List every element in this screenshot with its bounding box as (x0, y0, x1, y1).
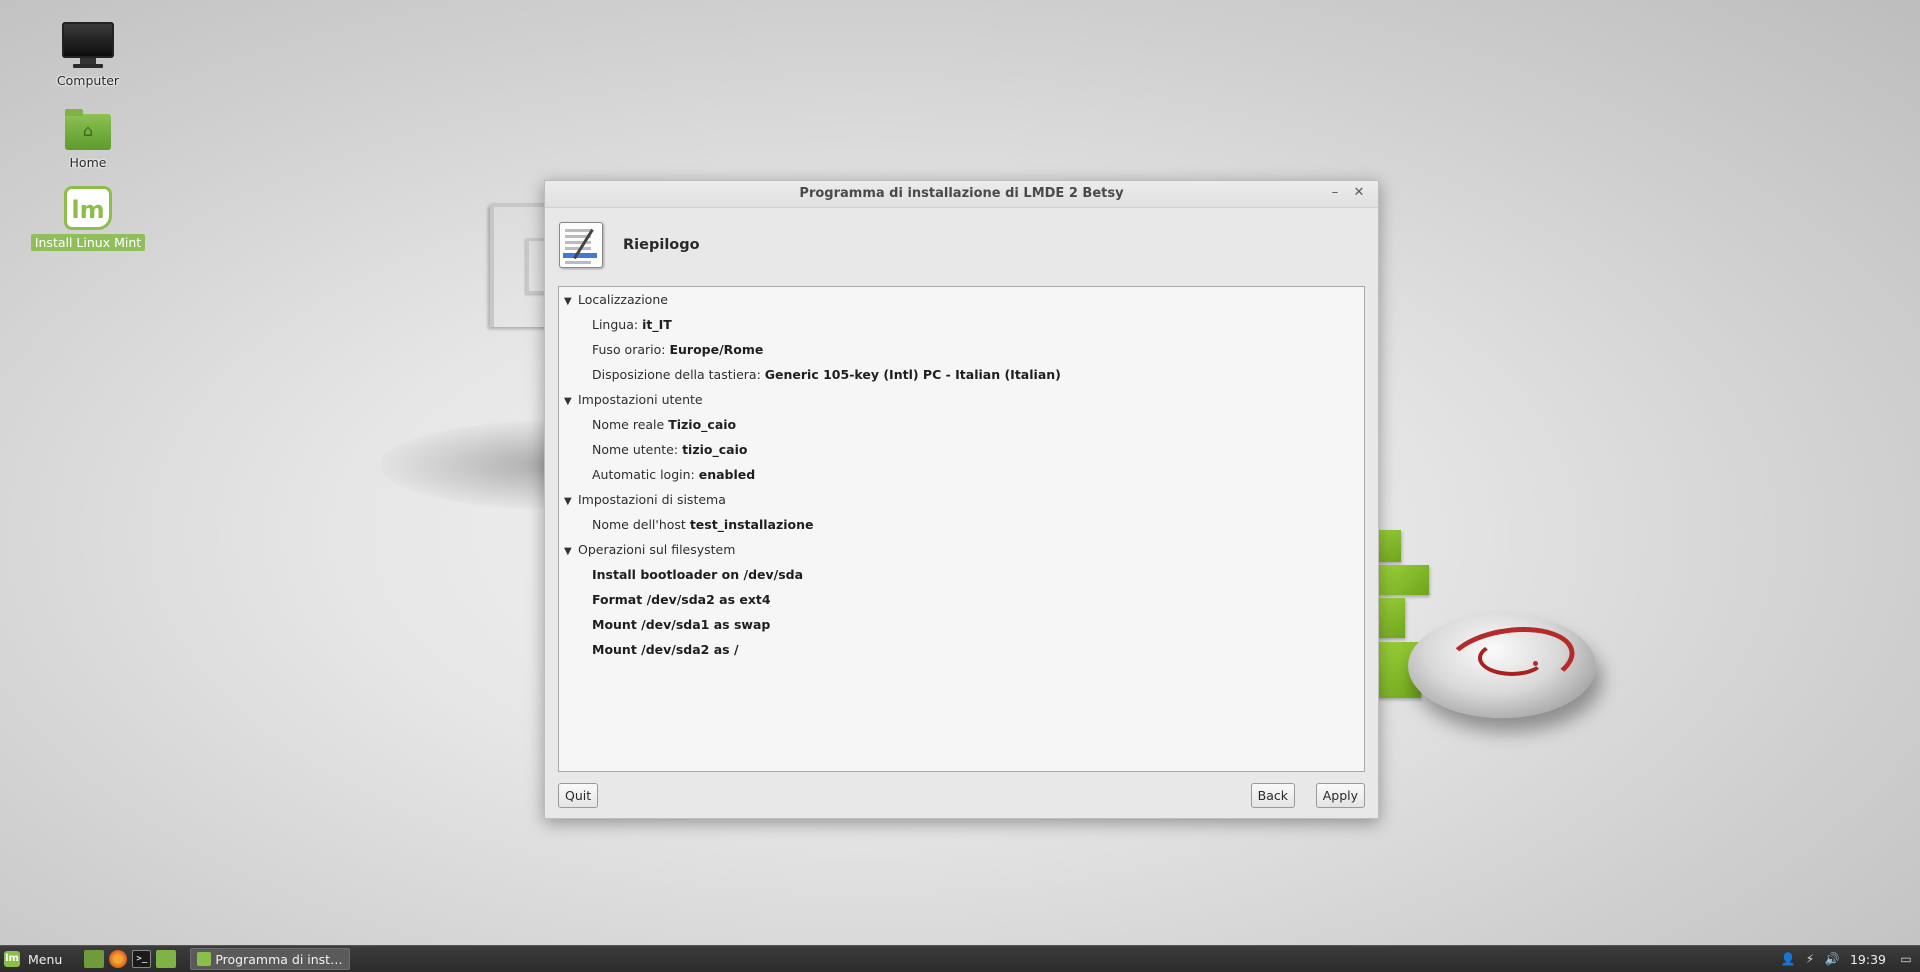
menu-label: Menu (28, 951, 63, 967)
expander-arrow-icon[interactable]: ▼ (564, 539, 578, 564)
apply-button[interactable]: Apply (1315, 783, 1365, 808)
show-desktop-tray-icon[interactable]: ▭ (1898, 951, 1914, 967)
tree-section-label: Localizzazione (578, 292, 668, 307)
expander-arrow-icon[interactable]: ▼ (564, 389, 578, 414)
user-icon[interactable]: 👤 (1780, 951, 1796, 967)
window-titlebar[interactable]: Programma di installazione di LMDE 2 Bet… (545, 181, 1378, 208)
tree-item-value: Europe/Rome (669, 342, 764, 357)
linux-mint-menu-icon: lm (4, 951, 20, 967)
desktop-icon-label: Install Linux Mint (30, 234, 146, 251)
tree-item-value: Install bootloader on /dev/sda (592, 567, 804, 582)
tree-item[interactable]: Automatic login: enabled (559, 462, 1364, 487)
tree-item[interactable]: Mount /dev/sda1 as swap (559, 612, 1364, 637)
quit-button[interactable]: Quit (558, 783, 599, 808)
tree-item-value: it_IT (642, 317, 672, 332)
tree-item[interactable]: Format /dev/sda2 as ext4 (559, 587, 1364, 612)
page-header: Riepilogo (559, 222, 700, 268)
summary-tree[interactable]: ▼ Localizzazione Lingua: it_IT Fuso orari… (558, 286, 1365, 772)
tree-item-value: Tizio_caio (668, 417, 737, 432)
linux-mint-logo-icon: lm (64, 186, 112, 230)
wallpaper-green-block (1377, 565, 1429, 595)
back-button[interactable]: Back (1250, 783, 1295, 808)
home-folder-icon: ⌂ (65, 109, 111, 150)
tree-item-label: Nome utente: (592, 442, 683, 457)
tree-item[interactable]: Disposizione della tastiera: Generic 105… (559, 362, 1364, 387)
desktop-icon-label: Home (69, 155, 107, 170)
tree-item[interactable]: Install bootloader on /dev/sda (559, 562, 1364, 587)
monitor-icon (28, 22, 148, 68)
window-title: Programma di installazione di LMDE 2 Bet… (799, 186, 1124, 201)
tree-item-label: Automatic login: (592, 467, 699, 482)
wallpaper-debian-dot (1533, 661, 1538, 666)
tree-item[interactable]: Nome reale Tizio_caio (559, 412, 1364, 437)
system-tray: 👤 ⚡ 🔊 19:39 ▭ (1774, 951, 1920, 967)
tree-item-label: Lingua: (592, 317, 643, 332)
taskbar-window-button[interactable]: Programma di install... (190, 948, 351, 970)
installer-window: Programma di installazione di LMDE 2 Bet… (544, 180, 1379, 819)
wallpaper-green-block (1377, 598, 1405, 638)
taskbar-panel: lm Menu >_ Programma di install... 👤 ⚡ 🔊… (0, 945, 1920, 972)
tree-item-label: Nome dell'host (592, 517, 690, 532)
tree-item-value: Mount /dev/sda2 as / (592, 642, 739, 657)
tree-section-filesystem-operations[interactable]: ▼ Operazioni sul filesystem (559, 537, 1364, 562)
files-icon[interactable] (156, 950, 177, 968)
tree-item-label: Disposizione della tastiera: (592, 367, 765, 382)
volume-icon[interactable]: 🔊 (1824, 951, 1840, 967)
tree-item[interactable]: Fuso orario: Europe/Rome (559, 337, 1364, 362)
expander-arrow-icon[interactable]: ▼ (564, 289, 578, 314)
tree-item-value: enabled (698, 467, 756, 482)
tree-item-label: Nome reale (592, 417, 669, 432)
tree-item-value: Mount /dev/sda1 as swap (592, 617, 771, 632)
tree-item-value: Format /dev/sda2 as ext4 (592, 592, 771, 607)
tree-section-localization[interactable]: ▼ Localizzazione (559, 287, 1364, 312)
tree-item[interactable]: Nome dell'host test_installazione (559, 512, 1364, 537)
minimize-button[interactable]: – (1326, 184, 1344, 202)
desktop-icon-home[interactable]: ⌂ Home (28, 109, 148, 171)
summary-checklist-icon (559, 222, 603, 268)
tree-section-system-settings[interactable]: ▼ Impostazioni di sistema (559, 487, 1364, 512)
page-title: Riepilogo (623, 237, 700, 253)
terminal-icon[interactable]: >_ (132, 950, 152, 968)
tree-item-value: tizio_caio (682, 442, 748, 457)
taskbar-window-label: Programma di install... (215, 951, 350, 967)
tree-section-label: Operazioni sul filesystem (578, 542, 736, 557)
tree-item[interactable]: Mount /dev/sda2 as / (559, 637, 1364, 662)
tree-item-value: Generic 105-key (Intl) PC - Italian (Ita… (764, 367, 1061, 382)
tree-item[interactable]: Lingua: it_IT (559, 312, 1364, 337)
installer-app-icon (197, 952, 212, 966)
show-desktop-icon[interactable] (84, 950, 105, 968)
menu-button[interactable]: lm Menu (0, 946, 68, 972)
tree-item[interactable]: Nome utente: tizio_caio (559, 437, 1364, 462)
firefox-icon[interactable] (109, 950, 128, 968)
tree-section-label: Impostazioni utente (578, 392, 703, 407)
close-button[interactable]: ✕ (1350, 184, 1368, 202)
expander-arrow-icon[interactable]: ▼ (564, 489, 578, 514)
tree-section-user-settings[interactable]: ▼ Impostazioni utente (559, 387, 1364, 412)
desktop-icon-computer[interactable]: Computer (28, 22, 148, 89)
network-icon[interactable]: ⚡ (1802, 951, 1818, 967)
tree-item-value: test_installazione (689, 517, 814, 532)
clock[interactable]: 19:39 (1850, 952, 1886, 967)
tree-section-label: Impostazioni di sistema (578, 492, 726, 507)
wallpaper-debian-swirl (1478, 640, 1546, 676)
desktop-icon-label: Computer (56, 73, 120, 88)
desktop-icon-install-linux-mint[interactable]: lm Install Linux Mint (28, 186, 148, 251)
tree-item-label: Fuso orario: (592, 342, 670, 357)
